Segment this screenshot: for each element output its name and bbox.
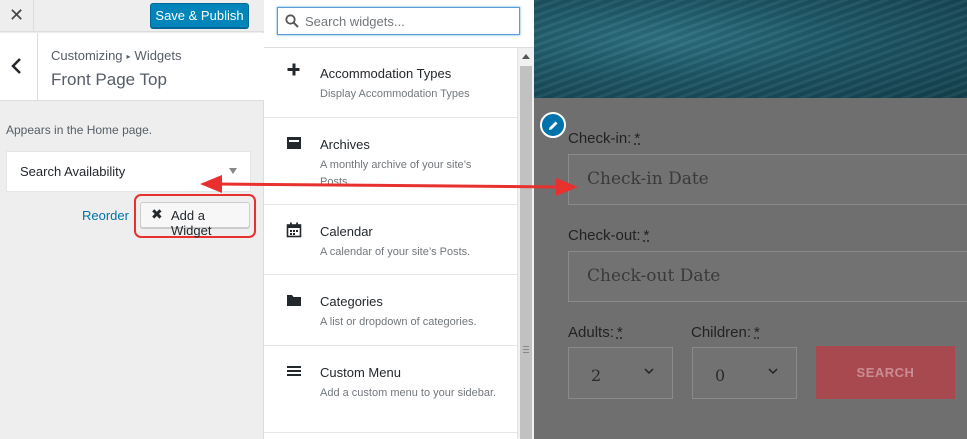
save-publish-button[interactable]: Save & Publish — [150, 3, 249, 28]
checkout-label-text: Check-out: — [568, 227, 641, 244]
children-select[interactable]: 0 — [692, 347, 797, 399]
checkout-label: Check-out: * — [568, 227, 649, 244]
close-x-icon: ✖ — [151, 206, 163, 222]
widget-list: Accommodation Types Display Accommodatio… — [264, 48, 517, 439]
close-icon[interactable]: ✕ — [0, 0, 34, 32]
search-placeholder: Search widgets... — [305, 14, 405, 29]
widget-item-title: Calendar — [320, 224, 373, 239]
caret-down-icon[interactable] — [229, 168, 237, 174]
checkin-date-input[interactable]: Check-in Date — [568, 154, 967, 205]
widget-item-title: Archives — [320, 137, 370, 152]
widget-item-description: Add a custom menu to your sidebar. — [320, 387, 497, 399]
breadcrumb-current: Widgets — [134, 48, 182, 63]
adults-value: 2 — [591, 366, 602, 385]
widget-item-description: A monthly archive of your site’s Posts. — [320, 159, 472, 188]
breadcrumb-separator-icon: ▸ — [126, 52, 131, 61]
widget-search-availability[interactable]: Search Availability — [6, 151, 251, 192]
widget-item-title: Categories — [320, 294, 383, 309]
customizer-header: ✕ Save & Publish — [0, 0, 264, 32]
search-icon — [285, 14, 299, 28]
children-value: 0 — [715, 366, 726, 385]
widget-item-calendar[interactable]: Calendar A calendar of your site’s Posts… — [264, 206, 517, 275]
widget-item-description: A list or dropdown of categories. — [320, 316, 477, 328]
back-button[interactable] — [0, 33, 38, 101]
search-availability-button[interactable]: SEARCH — [816, 346, 955, 399]
breadcrumb: Customizing ▸ Widgets — [51, 48, 182, 63]
plus-icon — [287, 63, 300, 76]
scroll-grip-icon — [523, 346, 529, 353]
scroll-up-arrow-icon[interactable] — [522, 54, 530, 59]
customizer-sidebar: ✕ Save & Publish Customizing ▸ Widgets Fro… — [0, 0, 264, 439]
children-label-text: Children: — [691, 324, 752, 341]
adults-label: Adults: * — [568, 324, 623, 341]
breadcrumb-root: Customizing — [51, 48, 123, 63]
adults-select[interactable]: 2 — [568, 347, 673, 399]
widget-item-description: Display Accommodation Types — [320, 88, 470, 100]
pencil-icon — [549, 121, 558, 130]
checkin-label: Check-in: * — [568, 130, 640, 147]
widget-item-custom-menu[interactable]: Custom Menu Add a custom menu to your si… — [264, 347, 517, 433]
available-widgets-panel: Search widgets... Accommodation Types Di… — [264, 0, 534, 439]
widget-title: Search Availability — [20, 164, 126, 179]
chevron-down-icon — [644, 368, 654, 375]
scrollbar-thumb[interactable] — [520, 66, 532, 439]
checkout-date-input[interactable]: Check-out Date — [568, 251, 967, 302]
widget-item-title: Accommodation Types — [320, 66, 452, 81]
widget-search-bar: Search widgets... — [264, 0, 534, 48]
widget-list-scrollbar[interactable] — [517, 48, 534, 439]
widget-search-input[interactable]: Search widgets... — [277, 7, 520, 35]
site-preview: Check-in: * Check-in Date Check-out: * Che… — [534, 0, 967, 439]
add-widget-button[interactable]: ✖ Add a Widget — [140, 202, 250, 238]
checkin-placeholder: Check-in Date — [587, 169, 709, 189]
add-widget-label: Add a Widget — [171, 208, 212, 238]
required-mark: * — [634, 130, 641, 147]
archive-icon — [287, 137, 301, 149]
widget-item-title: Custom Menu — [320, 365, 401, 380]
reorder-link[interactable]: Reorder — [82, 208, 129, 223]
widget-item-accommodation-types[interactable]: Accommodation Types Display Accommodatio… — [264, 48, 517, 118]
children-label: Children: * — [691, 324, 760, 341]
section-description: Appears in the Home page. — [6, 123, 153, 137]
adults-label-text: Adults: — [568, 324, 614, 341]
edit-shortcut-button[interactable] — [540, 112, 566, 138]
checkout-placeholder: Check-out Date — [587, 266, 721, 286]
widget-item-archives[interactable]: Archives A monthly archive of your site’… — [264, 119, 517, 205]
section-title: Front Page Top — [51, 70, 167, 89]
folder-icon — [287, 295, 301, 306]
chevron-left-icon — [11, 58, 21, 74]
required-mark: * — [643, 227, 650, 244]
menu-icon — [287, 366, 301, 376]
widget-item-categories[interactable]: Categories A list or dropdown of categor… — [264, 276, 517, 346]
section-header: Customizing ▸ Widgets Front Page Top — [0, 33, 264, 101]
hero-image — [534, 0, 967, 98]
chevron-down-icon — [768, 368, 778, 375]
required-mark: * — [616, 324, 623, 341]
required-mark: * — [754, 324, 760, 341]
widget-item-description: A calendar of your site’s Posts. — [320, 246, 471, 258]
checkin-label-text: Check-in: — [568, 130, 632, 147]
calendar-icon — [286, 222, 302, 238]
